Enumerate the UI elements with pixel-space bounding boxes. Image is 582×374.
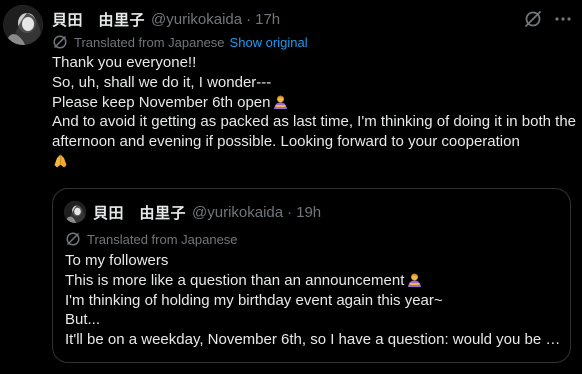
grok-icon[interactable] bbox=[523, 9, 543, 29]
show-original-link[interactable]: Show original bbox=[230, 35, 308, 50]
separator: · bbox=[246, 10, 252, 28]
quoted-line: I'm thinking of holding my birthday even… bbox=[65, 291, 443, 309]
tweet-line: Please keep November 6th open bbox=[52, 93, 578, 113]
tweet-line: And to avoid it getting as packed as las… bbox=[52, 112, 578, 171]
translation-notice: Translated from Japanese Show original bbox=[52, 34, 308, 50]
quoted-header: 貝田 由里子 @yurikokaida · 19h bbox=[93, 202, 321, 222]
tweet-line-text: And to avoid it getting as packed as las… bbox=[52, 113, 577, 151]
person-bowing-emoji bbox=[272, 93, 289, 110]
quoted-line: But... bbox=[65, 311, 101, 329]
tweet-text: Thank you everyone!! So, uh, shall we do… bbox=[52, 53, 578, 172]
globe-icon bbox=[52, 34, 68, 50]
quoted-separator: · bbox=[287, 203, 293, 221]
quoted-translation-notice: Translated from Japanese bbox=[65, 231, 238, 247]
quoted-handle: @yurikokaida bbox=[192, 203, 284, 221]
avatar[interactable] bbox=[3, 5, 43, 45]
person-bowing-emoji bbox=[406, 271, 423, 288]
quoted-display-name: 貝田 由里子 bbox=[93, 204, 187, 222]
quoted-line: To my followers bbox=[65, 252, 169, 269]
display-name[interactable]: 貝田 由里子 bbox=[52, 9, 145, 30]
quoted-translated-label: Translated from Japanese bbox=[87, 231, 238, 247]
tweet[interactable]: 貝田 由里子 @yurikokaida · 17h Translated fro… bbox=[0, 0, 582, 374]
tweet-line: So, uh, shall we do it, I wonder--- bbox=[52, 73, 272, 91]
quoted-avatar bbox=[64, 201, 86, 223]
quoted-line: This is more like a question than an ann… bbox=[65, 271, 562, 291]
tweet-line-text: Please keep November 6th open bbox=[52, 93, 271, 111]
quoted-text: To my followers This is more like a ques… bbox=[65, 251, 562, 350]
quoted-line-text: This is more like a question than an ann… bbox=[65, 271, 405, 289]
folded-hands-emoji bbox=[52, 152, 69, 169]
tweet-header: 貝田 由里子 @yurikokaida · 17h bbox=[52, 9, 280, 29]
translated-label: Translated from Japanese bbox=[74, 34, 225, 50]
more-icon[interactable] bbox=[553, 9, 573, 29]
tweet-line: Thank you everyone!! bbox=[52, 54, 197, 71]
quoted-line: It'll be on a weekday, November 6th, so … bbox=[65, 331, 562, 349]
globe-icon bbox=[65, 231, 81, 247]
quoted-tweet[interactable]: 貝田 由里子 @yurikokaida · 19h Translated fro… bbox=[52, 188, 571, 363]
handle[interactable]: @yurikokaida bbox=[151, 11, 242, 28]
timestamp[interactable]: 17h bbox=[255, 11, 280, 28]
quoted-timestamp: 19h bbox=[296, 203, 322, 221]
